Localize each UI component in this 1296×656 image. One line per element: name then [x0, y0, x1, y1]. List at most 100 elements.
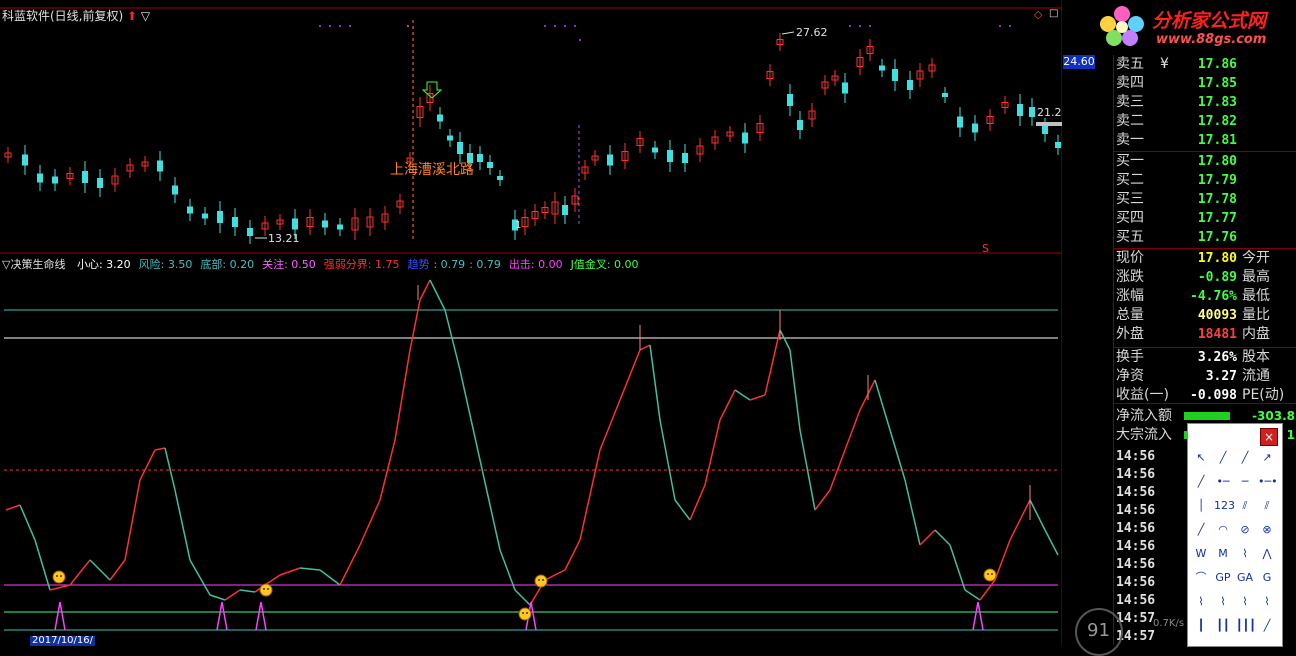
indicator-param: 出击: 0.00 [508, 258, 563, 271]
bars3-tool-icon[interactable]: ┃┃┃ [1236, 618, 1256, 634]
life-line-segment [779, 329, 791, 351]
arc-tool-icon[interactable]: ◠ [1214, 522, 1232, 538]
arrow-tool-icon[interactable]: ↗ [1258, 450, 1276, 466]
candle-body [37, 173, 43, 183]
no-entry-icon[interactable]: ⊗ [1258, 522, 1276, 538]
tick-time: 14:56 [1116, 449, 1156, 464]
ray-tool-icon[interactable]: ╱ [1236, 450, 1254, 466]
candle-body [1017, 104, 1023, 116]
indicator-name[interactable]: ▽决策生命线 [2, 258, 65, 271]
ask-row[interactable]: 卖三 17.83 [1114, 93, 1296, 112]
life-line-segment [444, 309, 461, 371]
bid-row[interactable]: 买五 17.76 [1114, 228, 1296, 247]
diamond-icon[interactable]: ◇ [1034, 8, 1042, 21]
palette-close-button[interactable]: × [1260, 428, 1278, 446]
quote-row[interactable]: 涨跌 -0.89 最高 [1114, 268, 1296, 287]
smiley-icon [534, 574, 548, 588]
bid-row[interactable]: 买四 17.77 [1114, 209, 1296, 228]
life-line-segment [239, 589, 256, 593]
wave-m-icon[interactable]: M [1214, 546, 1232, 562]
site-logo: 分析家公式网 www.88gs.com [1090, 0, 1296, 55]
wave-w-icon[interactable]: W [1192, 546, 1210, 562]
segment-tool-icon[interactable]: ╱ [1192, 474, 1210, 490]
buy-marker: 1 [515, 220, 521, 231]
quote-row[interactable]: 涨幅 -4.76% 最低 [1114, 287, 1296, 306]
quote-tail-label: 流通 [1242, 368, 1270, 384]
flow-bar [1184, 412, 1230, 420]
candle-body [972, 123, 978, 133]
quote-row[interactable]: 总量 40093 量比 [1114, 306, 1296, 325]
dropdown-triangle-icon[interactable]: ▽ [141, 9, 150, 23]
quote-label: 换手 [1116, 349, 1144, 365]
life-line-segment [979, 579, 996, 601]
ask-row[interactable]: 卖二 17.82 [1114, 112, 1296, 131]
indicator-param: 风险: 3.50 [138, 258, 193, 271]
kline-chart-area[interactable]: 26.0024.0022.0020.0018.0016.0014.003.503… [0, 0, 1113, 646]
chart-canvas[interactable]: 26.0024.0022.0020.0018.0016.0014.003.503… [0, 0, 1113, 645]
flower-logo-icon [1100, 6, 1144, 46]
point-line-icon[interactable]: •─ [1214, 474, 1232, 490]
channel-tool-icon[interactable]: ⫽ [1258, 498, 1276, 514]
drawing-tool-palette[interactable]: × ↖ ╱ ╱ ↗ ╱ •─ ─ •─• │ 123 ⫽ ⫽ ╱ ◠ ⊘ ⊗ W M ⌇ ⋀ ⌒ GP GA G ⌇ ⌇ ⌇ ⌇ ┃ ┃┃… [1187, 423, 1283, 647]
life-line-segment [514, 589, 531, 606]
ask-row[interactable]: 卖一 17.81 [1114, 131, 1296, 150]
quote-row[interactable]: 换手 3.26% 股本 [1114, 348, 1296, 367]
quote-row[interactable]: 净资 3.27 流通 [1114, 367, 1296, 386]
cycle-tool-icon[interactable]: ⌇ [1258, 594, 1276, 610]
logo-url[interactable]: www.88gs.com [1156, 32, 1266, 47]
quote-value: 17.82 [1197, 114, 1237, 129]
bid-row[interactable]: 买二 17.79 [1114, 171, 1296, 190]
life-line-segment [319, 569, 341, 586]
line-tool-icon[interactable]: ╱ [1214, 450, 1232, 466]
smiley-icon [983, 568, 997, 582]
slope-tool-icon[interactable]: ╱ [1192, 522, 1210, 538]
bar-tool-icon[interactable]: ┃ [1192, 618, 1210, 634]
tick-time: 14:56 [1116, 557, 1156, 572]
fib-tool-icon[interactable]: ⌇ [1192, 594, 1210, 610]
candle-body [797, 120, 803, 130]
gp-tool-icon[interactable]: GP [1214, 570, 1232, 586]
zigzag-icon[interactable]: ⌇ [1236, 546, 1254, 562]
indicator-param: J值金叉: 0.00 [570, 258, 639, 271]
gann-tool-icon[interactable]: ⌇ [1236, 594, 1254, 610]
bid-row[interactable]: 买三 17.78 [1114, 190, 1296, 209]
candle-body [892, 69, 898, 81]
circle-slash-icon[interactable]: ⊘ [1236, 522, 1254, 538]
candle-body [497, 176, 503, 180]
double-point-icon[interactable]: •─• [1258, 474, 1278, 490]
life-line-segment [659, 419, 676, 501]
pointer-tool-icon[interactable]: ↖ [1192, 450, 1210, 466]
peak-icon[interactable]: ⋀ [1258, 546, 1276, 562]
life-line-segment [154, 447, 166, 451]
life-line-segment [419, 279, 431, 301]
life-line-segment [749, 394, 766, 401]
ask-row[interactable]: 卖四 17.85 [1114, 74, 1296, 93]
g-tool-icon[interactable]: G [1258, 570, 1276, 586]
smiley-icon [518, 607, 532, 621]
quote-label: 净资 [1116, 368, 1144, 384]
ask-row[interactable]: 卖五 17.86 ¥ [1114, 55, 1296, 74]
bars2-tool-icon[interactable]: ┃┃ [1214, 618, 1232, 634]
number-tool-icon[interactable]: 123 [1214, 498, 1235, 514]
candle-body [742, 132, 748, 144]
ga-tool-icon[interactable]: GA [1236, 570, 1254, 586]
smiley-eye [987, 573, 989, 575]
bid-row[interactable]: 买一 17.80 [1114, 152, 1296, 171]
close-box-icon[interactable]: □ [1049, 8, 1058, 19]
indicator-param: : 0.79 [433, 258, 466, 271]
quote-value: 3.26% [1197, 350, 1237, 365]
quote-row[interactable]: 外盘 18481 内盘 [1114, 325, 1296, 344]
indicator-header: ▽决策生命线 小心: 3.20 风险: 3.50 底部: 0.20 关注: 0.50 强… [2, 256, 639, 272]
candle-body [907, 80, 913, 90]
pen-tool-icon[interactable]: ╱ [1258, 618, 1276, 634]
life-line-segment [279, 567, 301, 576]
parallel-tool-icon[interactable]: ⫽ [1236, 498, 1254, 514]
curve-tool-icon[interactable]: ⌒ [1192, 570, 1210, 586]
candle-body [942, 93, 948, 97]
candle-body [1055, 142, 1061, 148]
vline-tool-icon[interactable]: │ [1192, 498, 1210, 514]
fib-fan-icon[interactable]: ⌇ [1214, 594, 1232, 610]
life-line-segment [704, 419, 721, 486]
hline-tool-icon[interactable]: ─ [1236, 474, 1254, 490]
quote-row[interactable]: 现价 17.80 今开 [1114, 249, 1296, 268]
